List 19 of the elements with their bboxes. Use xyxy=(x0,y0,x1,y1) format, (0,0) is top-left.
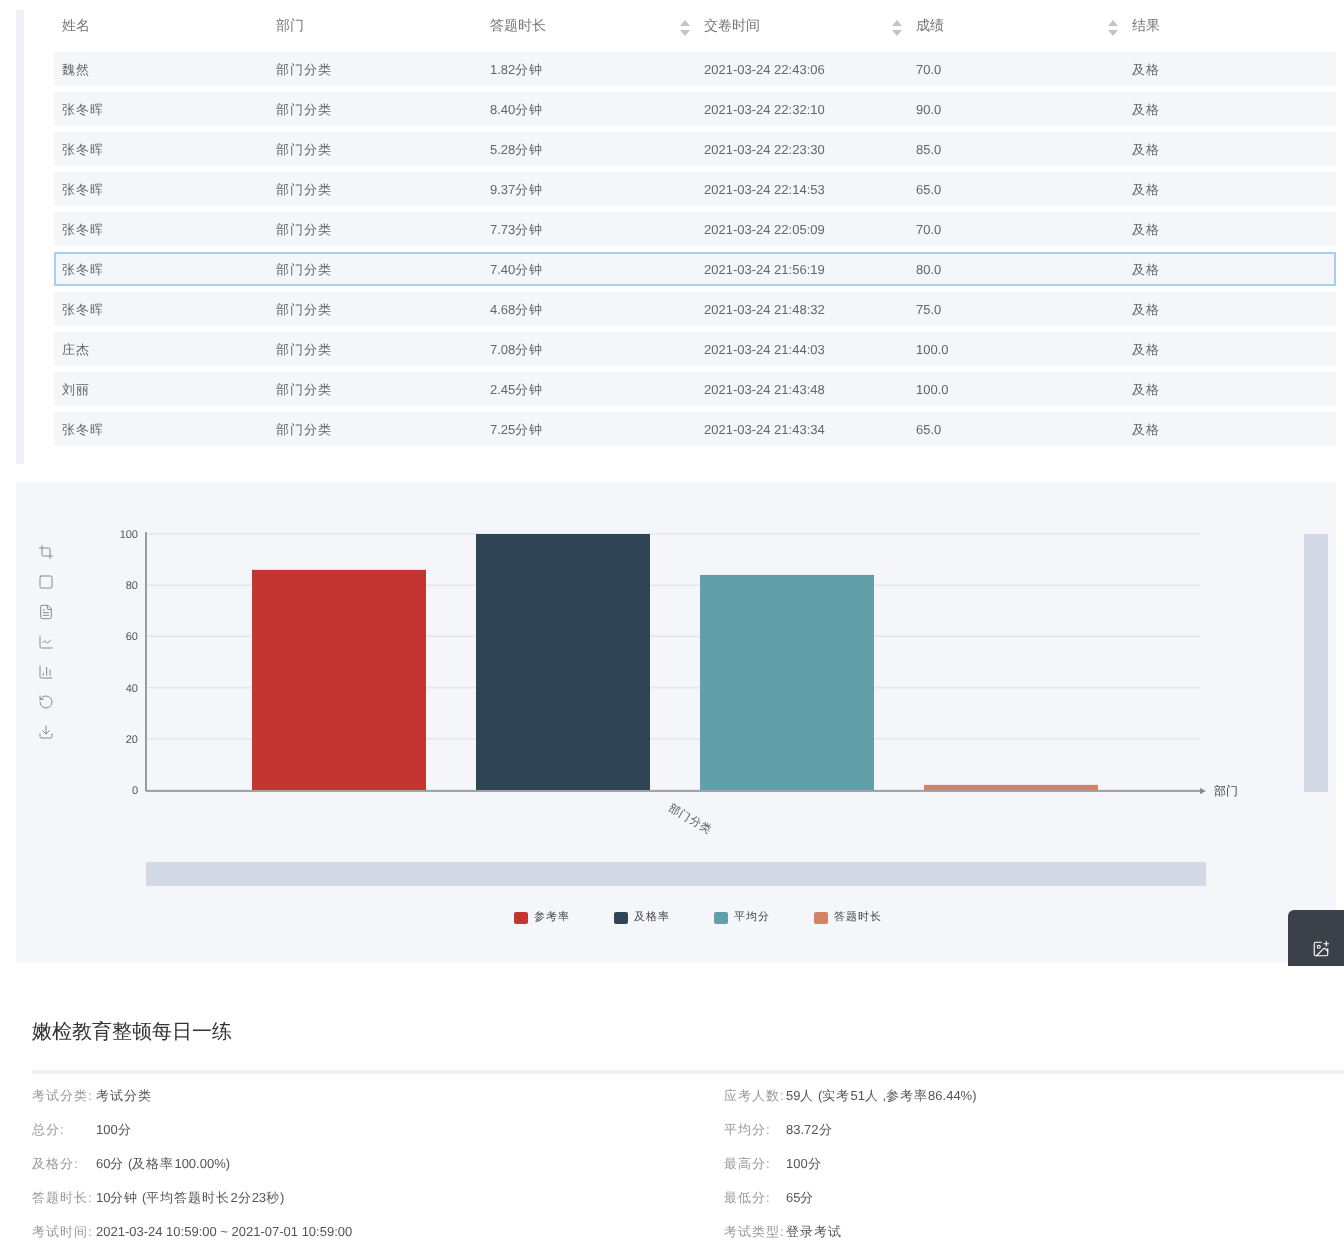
bar-chart-icon[interactable] xyxy=(38,664,54,680)
vertical-zoom-slider[interactable] xyxy=(1304,534,1328,792)
legend-swatch[interactable] xyxy=(814,912,828,925)
legend-swatch[interactable] xyxy=(714,912,728,925)
legend-swatch[interactable] xyxy=(614,912,628,925)
download-icon[interactable] xyxy=(38,724,54,740)
crop-icon[interactable] xyxy=(38,544,54,560)
sort-icon[interactable] xyxy=(1108,20,1118,37)
image-icon[interactable] xyxy=(1311,940,1329,958)
line-chart-icon[interactable] xyxy=(38,634,54,650)
document-icon[interactable] xyxy=(38,604,54,620)
sort-icon[interactable] xyxy=(892,20,902,37)
zoom-slider[interactable] xyxy=(146,862,1206,886)
exam-title: 嫩检教育整顿每日一练 xyxy=(32,1019,234,1046)
square-icon[interactable] xyxy=(38,574,54,590)
floating-tool[interactable] xyxy=(1288,910,1344,966)
refresh-icon[interactable] xyxy=(38,694,54,710)
legend-swatch[interactable] xyxy=(514,912,528,925)
sort-icon[interactable] xyxy=(680,20,690,37)
